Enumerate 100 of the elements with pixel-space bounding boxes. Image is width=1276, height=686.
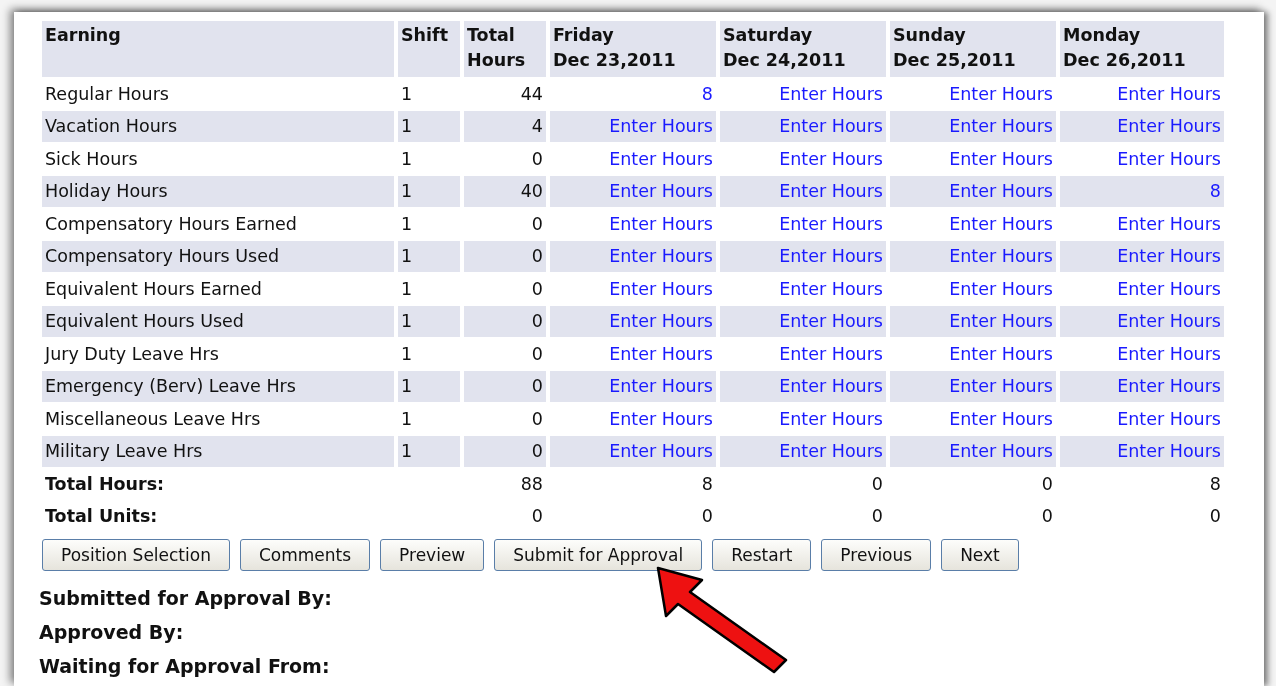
action-button[interactable]: Previous [821,539,932,571]
hours-link[interactable]: Enter Hours [609,246,713,267]
hours-link[interactable]: Enter Hours [779,148,883,169]
hours-link[interactable]: Enter Hours [779,311,883,332]
action-button[interactable]: Position Selection [42,539,230,571]
table-cell: 1 [398,370,460,402]
table-cell-text: Equivalent Hours Earned [44,277,263,301]
table-cell: 1 [398,110,460,142]
table-cell: Compensatory Hours Used [42,240,394,272]
table-cell: 1 [398,435,460,467]
table-cell: Equivalent Hours Used [42,305,394,337]
hours-link[interactable]: Enter Hours [779,213,883,234]
hours-link[interactable]: Enter Hours [949,376,1053,397]
table-cell: Holiday Hours [42,175,394,207]
table-cell-text: Compensatory Hours Earned [44,212,298,236]
hours-link[interactable]: Enter Hours [949,116,1053,137]
hours-link[interactable]: Enter Hours [1117,343,1221,364]
hours-link[interactable]: 8 [701,83,713,104]
approval-label: Waiting for Approval From: [39,654,331,679]
total-label: Total Hours: [44,472,166,496]
table-cell-text: Regular Hours [44,82,170,106]
hours-link[interactable]: Enter Hours [609,311,713,332]
hours-link[interactable]: Enter Hours [779,116,883,137]
hours-link[interactable]: Enter Hours [609,181,713,202]
hours-link[interactable]: Enter Hours [949,148,1053,169]
hours-link[interactable]: Enter Hours [779,246,883,267]
hours-link[interactable]: Enter Hours [949,213,1053,234]
table-cell: Military Leave Hrs [42,435,394,467]
hours-link[interactable]: Enter Hours [779,181,883,202]
approval-label: Submitted for Approval By: [39,586,333,611]
column-header: Shift [398,21,460,77]
action-button[interactable]: Comments [239,539,371,571]
hours-link[interactable]: Enter Hours [609,116,713,137]
column-header: Friday Dec 23,2011 [550,21,716,77]
action-button[interactable]: Submit for Approval [494,539,703,571]
hours-link[interactable]: Enter Hours [949,246,1053,267]
action-button[interactable]: Next [941,539,1019,571]
hours-link[interactable]: Enter Hours [949,311,1053,332]
hours-link[interactable]: Enter Hours [609,213,713,234]
table-cell-text: Sick Hours [44,147,139,171]
table-cell-text: 0 [700,505,714,529]
table-cell-text: 0 [870,472,884,496]
hours-link[interactable]: Enter Hours [949,441,1053,462]
table-cell: 1 [398,305,460,337]
table-cell: 0 [464,370,546,402]
total-label: Total Units: [44,505,159,529]
table-cell-text: 0 [530,342,544,366]
hours-link[interactable]: Enter Hours [1117,83,1221,104]
hours-link[interactable]: Enter Hours [949,181,1053,202]
hours-link[interactable]: Enter Hours [1117,408,1221,429]
action-button[interactable]: Preview [380,539,485,571]
hours-link[interactable]: Enter Hours [1117,278,1221,299]
hours-link[interactable]: Enter Hours [779,441,883,462]
column-header: Sunday Dec 25,2011 [890,21,1056,77]
hours-link[interactable]: Enter Hours [779,343,883,364]
hours-link[interactable]: Enter Hours [779,83,883,104]
hours-link[interactable]: Enter Hours [609,376,713,397]
hours-link[interactable]: Enter Hours [949,278,1053,299]
table-cell: 0 [464,305,546,337]
hours-link[interactable]: Enter Hours [779,408,883,429]
table-cell: 1 [398,175,460,207]
hours-link[interactable]: 8 [1209,181,1221,202]
table-cell-text: 1 [400,82,414,106]
hours-link[interactable]: Enter Hours [1117,116,1221,137]
table-cell-text: 0 [1208,505,1222,529]
table-cell-text: 1 [400,147,414,171]
hours-link[interactable]: Enter Hours [1117,441,1221,462]
hours-link[interactable]: Enter Hours [609,148,713,169]
hours-link[interactable]: Enter Hours [779,376,883,397]
hours-link[interactable]: Enter Hours [609,343,713,364]
hours-link[interactable]: Enter Hours [609,408,713,429]
hours-link[interactable]: Enter Hours [949,343,1053,364]
table-cell: 0 [464,240,546,272]
table-cell-text: 1 [400,212,414,236]
table-cell-text: 0 [530,147,544,171]
table-cell-text: 1 [400,407,414,431]
table-cell-text: 1 [400,277,414,301]
hours-link[interactable]: Enter Hours [1117,376,1221,397]
hours-link[interactable]: Enter Hours [1117,213,1221,234]
hours-link[interactable]: Enter Hours [1117,246,1221,267]
table-cell-text: 44 [519,82,544,106]
table-cell-text: 0 [870,505,884,529]
approval-label: Approved By: [39,620,185,645]
action-button[interactable]: Restart [712,539,812,571]
column-header: Saturday Dec 24,2011 [720,21,886,77]
column-header: Total Hours [464,21,546,77]
hours-link[interactable]: Enter Hours [1117,148,1221,169]
table-cell-text: 88 [519,472,544,496]
hours-link[interactable]: Enter Hours [949,83,1053,104]
column-header: Monday Dec 26,2011 [1060,21,1224,77]
hours-link[interactable]: Enter Hours [1117,311,1221,332]
column-header: Earning [42,21,394,77]
hours-link[interactable]: Enter Hours [949,408,1053,429]
table-cell: 4 [464,110,546,142]
table-cell-text: Miscellaneous Leave Hrs [44,407,262,431]
table-cell-text: 8 [700,472,714,496]
hours-link[interactable]: Enter Hours [609,441,713,462]
table-cell: 1 [398,240,460,272]
hours-link[interactable]: Enter Hours [779,278,883,299]
hours-link[interactable]: Enter Hours [609,278,713,299]
